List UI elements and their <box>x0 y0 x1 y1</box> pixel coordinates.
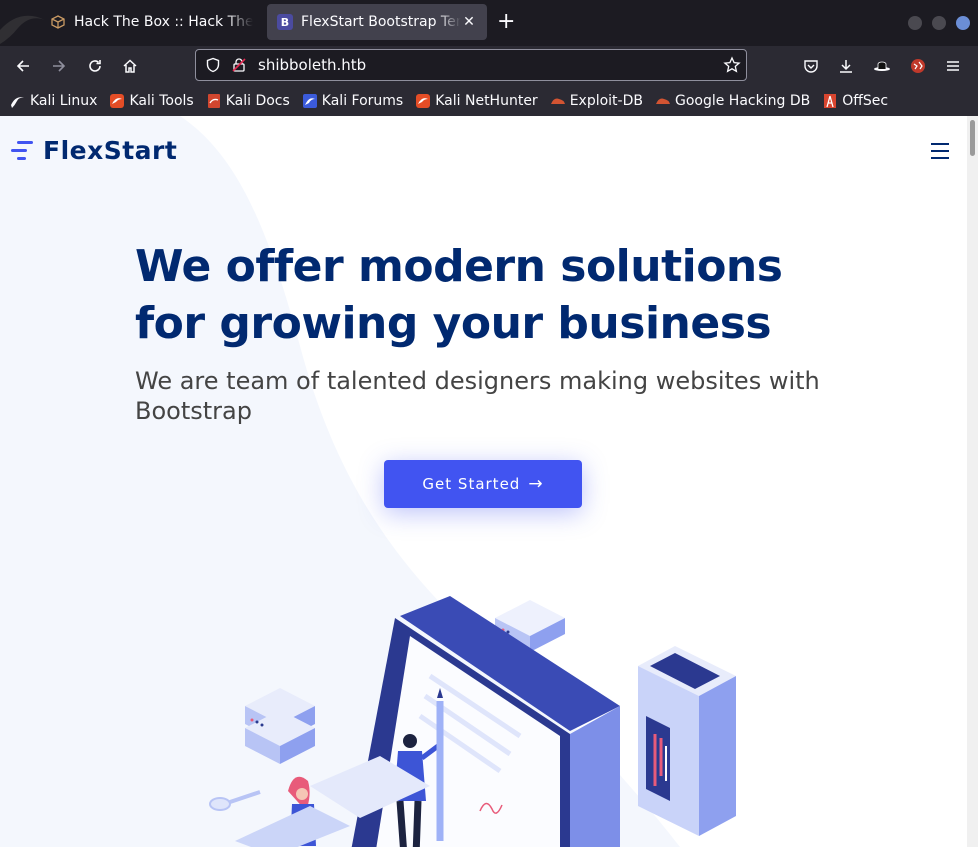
bookmark-label: Google Hacking DB <box>674 93 811 109</box>
shield-icon[interactable] <box>205 57 221 77</box>
close-window-button[interactable] <box>956 16 970 30</box>
tab-hack-the-box[interactable]: Hack The Box :: Hack The Box <box>40 4 263 40</box>
bookmark-label: Kali Docs <box>225 93 290 109</box>
kali-nethunter-icon <box>416 94 431 108</box>
arrow-right-icon: → <box>528 474 544 494</box>
bootstrap-b-icon: B <box>277 14 293 30</box>
hat-extension-icon[interactable] <box>872 56 892 76</box>
web-page: FlexStart We offer modern solutions for … <box>0 116 967 847</box>
bookmark-star-icon[interactable] <box>723 56 741 78</box>
logo-text: FlexStart <box>43 136 178 165</box>
bookmark-kali-linux[interactable]: Kali Linux <box>10 93 97 109</box>
bookmark-label: Kali Linux <box>30 93 98 109</box>
bookmark-label: Kali Forums <box>321 93 404 109</box>
extension-icon[interactable] <box>908 56 928 76</box>
new-tab-button[interactable]: + <box>497 10 515 34</box>
bookmark-label: Kali NetHunter <box>435 93 538 109</box>
tab-title: Hack The Box :: Hack The Box <box>74 14 253 30</box>
offsec-icon <box>824 94 837 108</box>
pocket-icon[interactable] <box>801 56 821 76</box>
server-tower-right <box>638 646 736 836</box>
maximize-window-button[interactable] <box>932 16 946 30</box>
kali-forums-icon <box>302 94 317 108</box>
app-menu-icon[interactable] <box>943 56 963 76</box>
tab-strip: Hack The Box :: Hack The Box B FlexStart… <box>0 0 978 46</box>
bookmark-kali-tools[interactable]: Kali Tools <box>109 93 194 109</box>
reload-icon[interactable] <box>85 56 105 76</box>
key-shape <box>209 790 261 811</box>
bookmark-google-hacking-db[interactable]: Google Hacking DB <box>655 93 810 109</box>
navigation-toolbar: shibboleth.htb <box>0 46 978 86</box>
bookmark-label: Exploit-DB <box>569 93 643 109</box>
hero-title: We offer modern solutions for growing yo… <box>135 241 783 349</box>
downloads-icon[interactable] <box>836 56 856 76</box>
bookmark-label: Kali Tools <box>129 93 194 109</box>
exploit-db-icon <box>550 98 565 104</box>
bookmark-kali-docs[interactable]: Kali Docs <box>206 93 290 109</box>
tablet-screen <box>351 596 620 847</box>
insecure-lock-icon[interactable] <box>231 57 247 77</box>
bookmark-label: OffSec <box>842 93 889 109</box>
kali-docs-icon <box>207 94 220 108</box>
tab-title: FlexStart Bootstrap Template <box>301 14 461 30</box>
htb-cube-icon <box>50 14 66 30</box>
site-logo[interactable]: FlexStart <box>11 136 177 165</box>
server-stack-left <box>245 688 315 764</box>
close-tab-icon[interactable]: ✕ <box>461 14 477 30</box>
hero-illustration <box>209 596 736 847</box>
bookmark-offsec[interactable]: OffSec <box>822 93 888 109</box>
ghdb-icon <box>655 98 670 104</box>
forward-arrow-icon[interactable] <box>49 56 69 76</box>
bookmark-kali-nethunter[interactable]: Kali NetHunter <box>415 93 538 109</box>
bookmark-exploit-db[interactable]: Exploit-DB <box>550 93 643 109</box>
url-text[interactable]: shibboleth.htb <box>258 56 366 74</box>
bookmarks-toolbar: Kali Linux Kali Tools Kali Docs Kali For… <box>0 86 978 116</box>
kali-tools-icon <box>110 94 125 108</box>
tab-flexstart[interactable]: B FlexStart Bootstrap Template ✕ <box>267 4 487 40</box>
scrollbar-thumb[interactable] <box>970 120 975 156</box>
minimize-window-button[interactable] <box>908 16 922 30</box>
kali-dragon-icon <box>11 97 24 108</box>
get-started-label: Get Started <box>422 475 521 493</box>
page-scrollbar[interactable] <box>967 116 978 847</box>
back-arrow-icon[interactable] <box>13 56 33 76</box>
hero-subtitle: We are team of talented designers making… <box>135 367 820 425</box>
bookmark-kali-forums[interactable]: Kali Forums <box>302 93 403 109</box>
mobile-menu-icon[interactable] <box>930 142 950 164</box>
get-started-button[interactable]: Get Started → <box>384 460 582 508</box>
flexstart-logo-icon <box>11 140 33 160</box>
home-icon[interactable] <box>120 56 140 76</box>
address-bar[interactable]: shibboleth.htb <box>195 49 747 81</box>
